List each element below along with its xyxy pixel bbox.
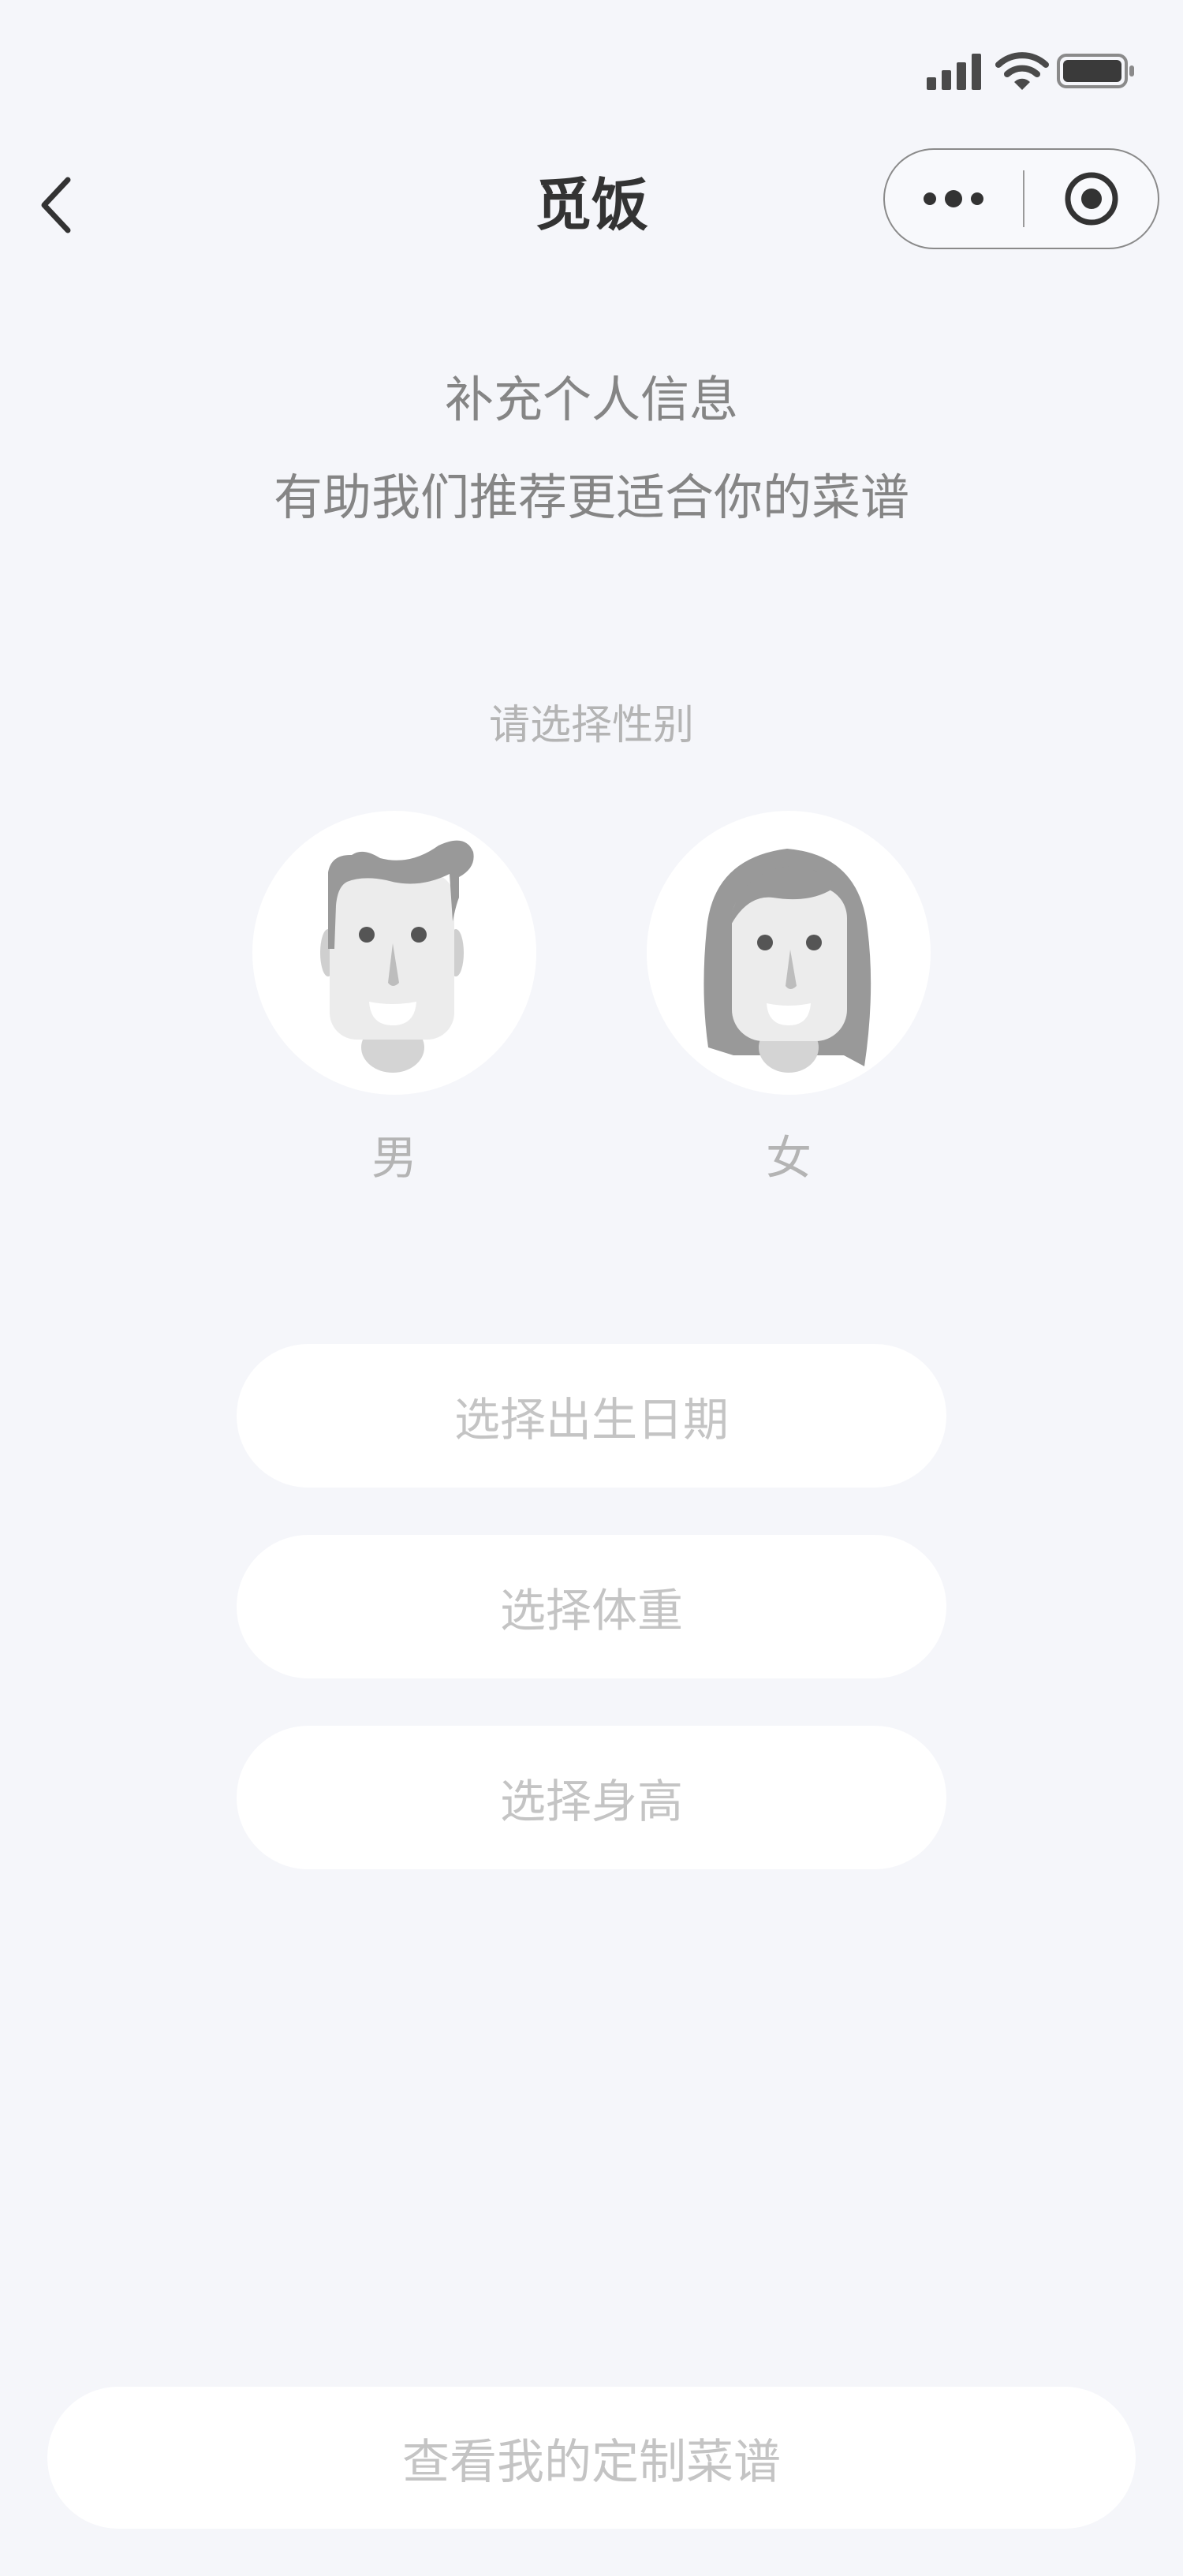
intro-text: 补充个人信息 有助我们推荐更适合你的菜谱: [0, 351, 1183, 547]
view-custom-recipe-button[interactable]: 查看我的定制菜谱: [47, 2387, 1136, 2529]
cellular-signal-icon: [927, 54, 981, 90]
weight-picker[interactable]: 选择体重: [237, 1535, 946, 1678]
capsule-divider: [1023, 170, 1024, 227]
height-placeholder: 选择身高: [499, 1775, 683, 1828]
mini-program-capsule: [883, 148, 1159, 249]
nav-bar: 觅饭: [0, 134, 1183, 276]
wifi-icon: [995, 52, 1049, 90]
gender-option-male[interactable]: 男: [252, 811, 536, 1205]
record-circle-icon: [1065, 172, 1118, 226]
submit-label: 查看我的定制菜谱: [402, 2434, 781, 2490]
male-avatar-icon: [320, 840, 474, 1073]
intro-line-2: 有助我们推荐更适合你的菜谱: [273, 469, 909, 526]
more-dots-icon: [924, 190, 983, 207]
female-avatar-icon: [703, 849, 871, 1073]
more-button[interactable]: [885, 150, 1022, 248]
gender-prompt: 请选择性别: [488, 702, 694, 749]
intro-line-1: 补充个人信息: [444, 371, 738, 428]
gender-label-female: 女: [765, 1131, 812, 1185]
avatar-female: [647, 811, 931, 1095]
status-bar: [0, 0, 1183, 134]
birth-date-picker[interactable]: 选择出生日期: [237, 1344, 946, 1488]
height-picker[interactable]: 选择身高: [237, 1726, 946, 1869]
battery-icon: [1057, 54, 1134, 88]
birth-date-placeholder: 选择出生日期: [453, 1393, 729, 1447]
close-button[interactable]: [1025, 150, 1158, 248]
gender-option-female[interactable]: 女: [647, 811, 931, 1205]
avatar-male: [252, 811, 536, 1095]
gender-label-male: 男: [371, 1131, 417, 1185]
weight-placeholder: 选择体重: [499, 1584, 683, 1637]
